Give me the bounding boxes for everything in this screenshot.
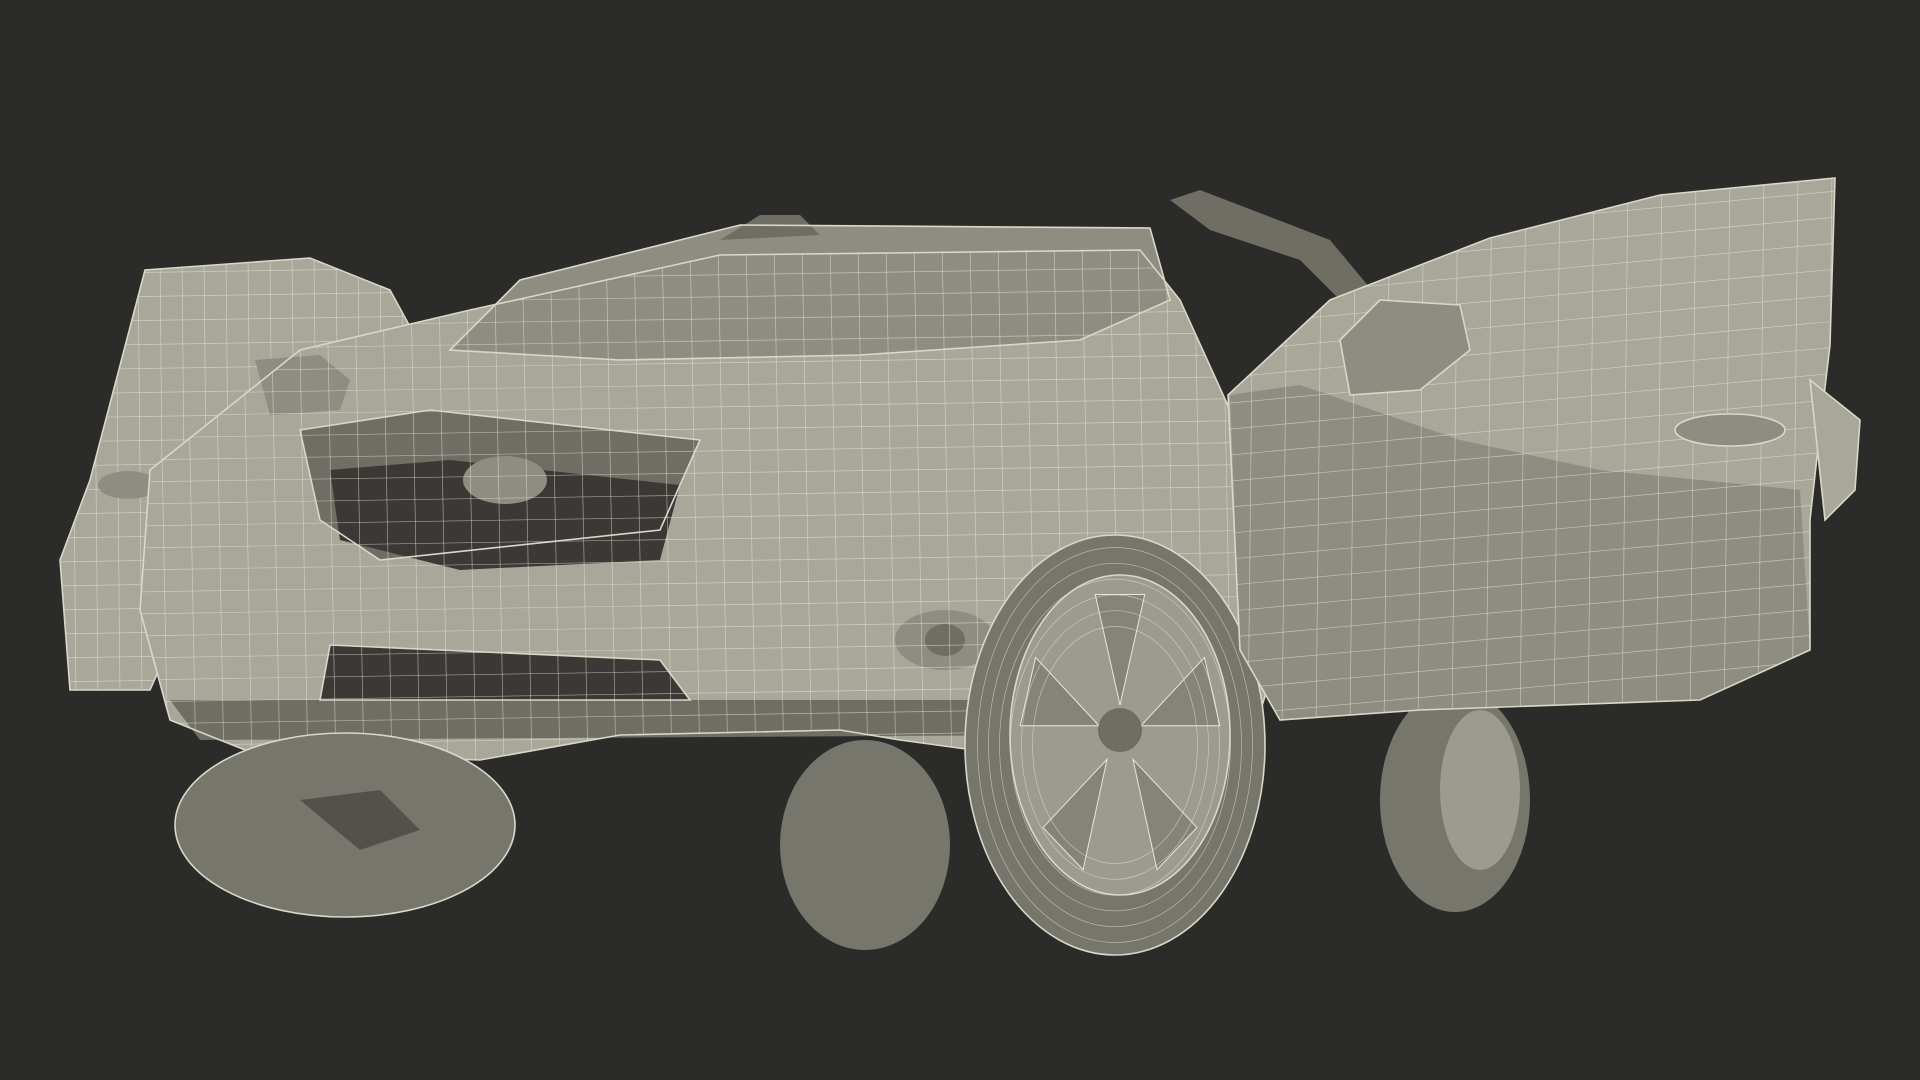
rear-right-wheel [1380, 688, 1530, 912]
front-left-wheel [174, 732, 516, 918]
rear-left-wheel [780, 740, 950, 950]
wireframe-car-render [59, 177, 1861, 956]
render-viewport [0, 0, 1920, 1080]
right-open-door [1227, 177, 1861, 721]
front-right-wheel [964, 534, 1266, 956]
